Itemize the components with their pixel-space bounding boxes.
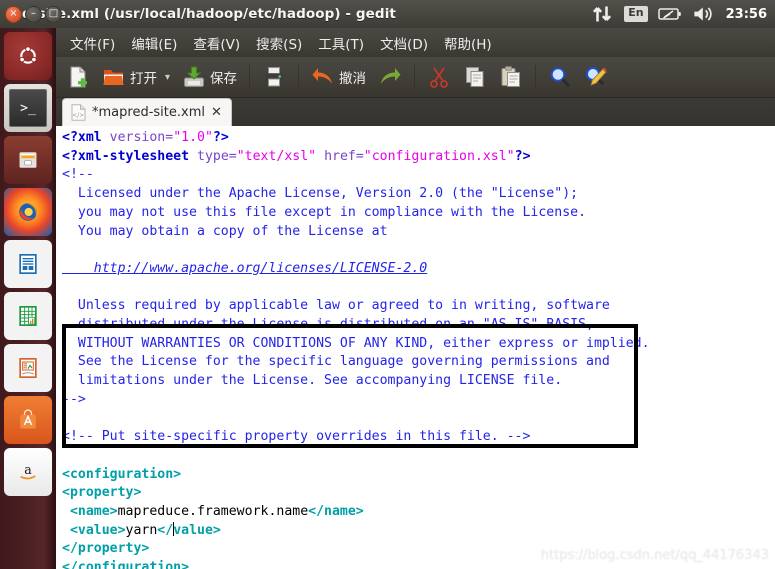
file-cabinet-icon	[19, 152, 37, 168]
window-title: d-site.xml (/usr/local/hadoop/etc/hadoop…	[22, 6, 396, 22]
close-icon[interactable]: ×	[5, 5, 22, 23]
redo-arrow-icon	[381, 68, 401, 84]
toolbar-separator-1	[249, 65, 251, 89]
unity-launcher: >_ a	[0, 28, 56, 569]
print-button[interactable]	[257, 62, 291, 92]
launcher-item-libreoffice-impress[interactable]	[4, 344, 52, 392]
save-button[interactable]: 保存	[177, 62, 242, 92]
copy-button[interactable]	[458, 62, 492, 92]
replace-button[interactable]	[579, 62, 613, 92]
find-button[interactable]	[543, 62, 577, 92]
tab-title: *mapred-site.xml	[92, 105, 205, 120]
undo-button[interactable]: 撤消	[306, 62, 371, 92]
tab-strip: </> *mapred-site.xml ✕	[56, 98, 775, 126]
toolbar-separator-2	[298, 65, 300, 89]
save-icon	[184, 66, 205, 87]
maximize-icon[interactable]: □	[45, 5, 62, 23]
find-replace-icon	[586, 67, 607, 86]
launcher-item-libreoffice-calc[interactable]	[4, 292, 52, 340]
close-icon[interactable]: ✕	[211, 106, 222, 119]
amazon-icon: a	[20, 462, 36, 480]
undo-arrow-icon	[312, 68, 333, 84]
redo-button[interactable]	[373, 62, 407, 92]
launcher-item-terminal[interactable]: >_	[4, 84, 52, 132]
new-document-button[interactable]	[61, 62, 95, 92]
menu-item-view[interactable]: 查看(V)	[185, 29, 248, 57]
launcher-item-firefox[interactable]	[4, 188, 52, 236]
firefox-icon	[19, 203, 37, 221]
toolbar-separator-3	[414, 65, 416, 89]
menu-bar: 文件(F) 编辑(E) 查看(V) 搜索(S) 工具(T) 文档(D) 帮助(H…	[56, 28, 775, 57]
launcher-item-libreoffice-writer[interactable]	[4, 240, 52, 288]
source-code[interactable]: <?xml version="1.0"?> <?xml-stylesheet t…	[62, 129, 775, 569]
battery-charging-icon[interactable]	[657, 2, 682, 26]
save-label: 保存	[210, 71, 238, 87]
launcher-item-amazon[interactable]: a	[4, 448, 52, 496]
svg-text:a: a	[24, 462, 32, 477]
copy-icon	[466, 67, 484, 87]
minimize-icon[interactable]: –	[25, 5, 42, 23]
menu-item-edit[interactable]: 编辑(E)	[123, 29, 185, 57]
clock[interactable]: 23:56	[726, 7, 769, 22]
open-folder-icon	[103, 70, 124, 85]
scissors-icon	[430, 67, 448, 88]
menu-item-file[interactable]: 文件(F)	[62, 29, 123, 57]
xml-file-icon: </>	[71, 104, 86, 121]
volume-icon[interactable]	[692, 2, 716, 26]
menu-item-documents[interactable]: 文档(D)	[372, 29, 436, 57]
open-button[interactable]: 打开 ▾	[97, 62, 175, 92]
menu-item-search[interactable]: 搜索(S)	[248, 29, 310, 57]
tool-bar: 打开 ▾ 保存 撤消	[56, 57, 775, 98]
desktop-screen: × – □ d-site.xml (/usr/local/hadoop/etc/…	[0, 0, 775, 569]
window-controls[interactable]: × – □	[5, 5, 62, 23]
panel-indicators: En 23:56	[590, 0, 769, 28]
undo-label: 撤消	[339, 71, 367, 87]
new-document-icon	[70, 66, 87, 88]
libreoffice-calc-icon	[19, 306, 37, 326]
top-panel: × – □ d-site.xml (/usr/local/hadoop/etc/…	[0, 0, 775, 28]
text-editor-area[interactable]: <?xml version="1.0"?> <?xml-stylesheet t…	[56, 126, 775, 569]
cut-button[interactable]	[422, 62, 456, 92]
watermark: https://blog.csdn.net/qq_44176343	[540, 548, 769, 563]
tab-mapred-site-xml[interactable]: </> *mapred-site.xml ✕	[62, 98, 232, 126]
toolbar-separator-4	[535, 65, 537, 89]
launcher-item-ubuntu-dash[interactable]	[4, 32, 52, 80]
print-icon	[265, 67, 284, 87]
menu-item-tools[interactable]: 工具(T)	[310, 29, 372, 57]
open-label: 打开	[130, 71, 157, 87]
libreoffice-impress-icon	[19, 358, 37, 378]
search-icon	[550, 67, 571, 88]
launcher-item-files[interactable]	[4, 136, 52, 184]
ubuntu-logo-icon	[19, 46, 37, 64]
paste-button[interactable]	[494, 62, 528, 92]
launcher-item-ubuntu-software[interactable]	[4, 396, 52, 444]
terminal-icon: >_	[9, 89, 47, 127]
chevron-down-icon[interactable]: ▾	[165, 72, 170, 83]
menu-item-help[interactable]: 帮助(H)	[436, 29, 500, 57]
svg-text:</>: </>	[72, 112, 84, 119]
network-updown-icon[interactable]	[590, 2, 614, 26]
running-indicator-icon	[4, 104, 9, 112]
keyboard-layout-indicator[interactable]: En	[624, 6, 648, 22]
paste-icon	[501, 66, 521, 87]
software-bag-icon	[20, 409, 36, 429]
libreoffice-writer-icon	[19, 254, 37, 274]
gedit-window: 文件(F) 编辑(E) 查看(V) 搜索(S) 工具(T) 文档(D) 帮助(H…	[56, 28, 775, 569]
